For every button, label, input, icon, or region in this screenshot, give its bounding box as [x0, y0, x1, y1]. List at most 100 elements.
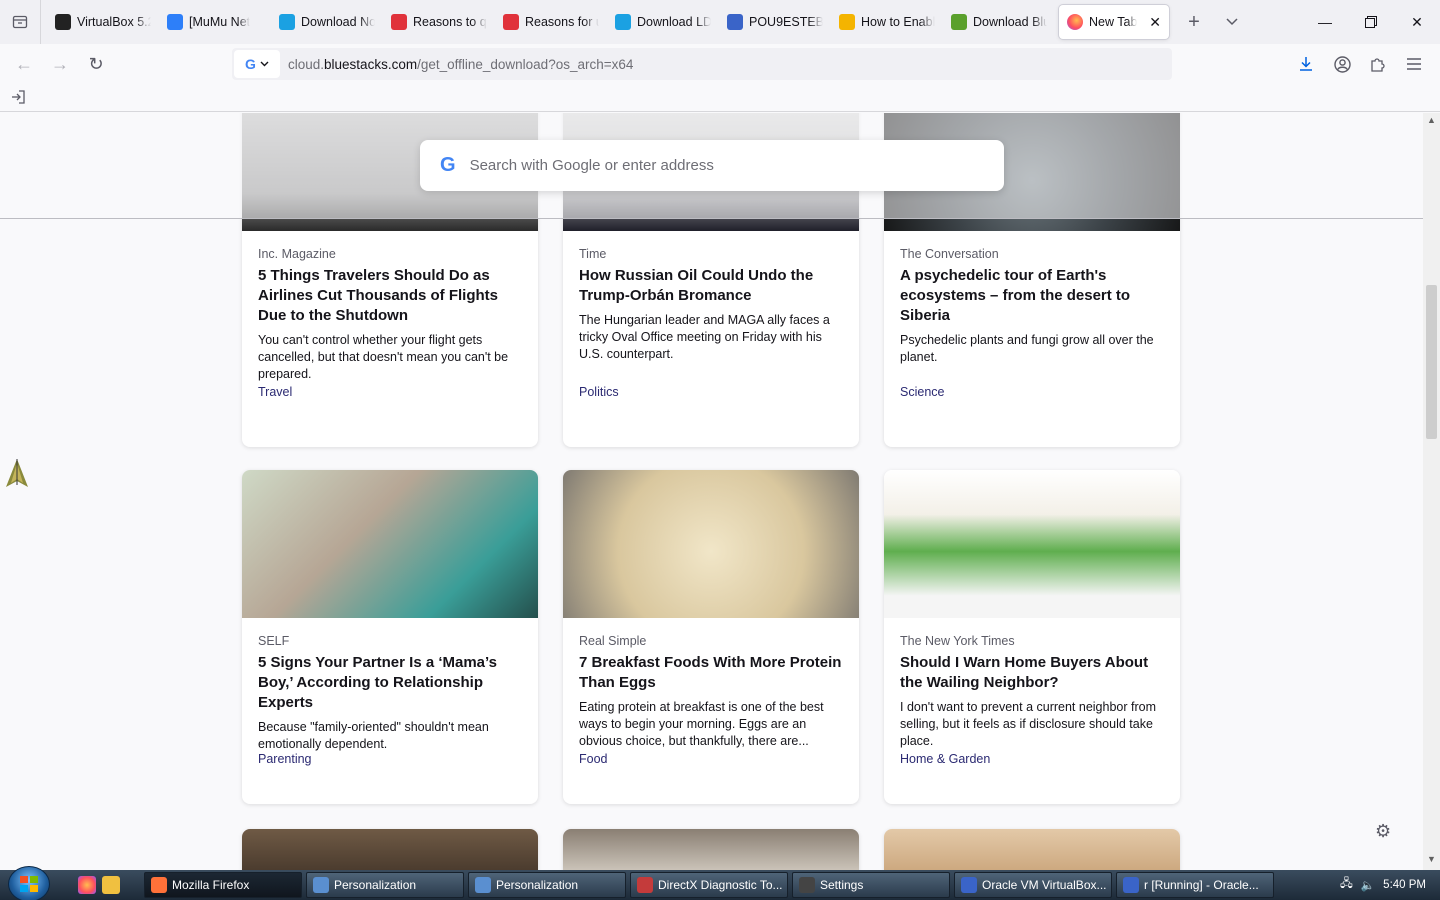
- tab-title: New Tab: [1089, 15, 1138, 29]
- search-placeholder: Search with Google or enter address: [469, 157, 714, 174]
- taskbar-button-label: Personalization: [334, 878, 417, 892]
- close-tab-icon[interactable]: ✕: [1149, 14, 1161, 31]
- list-all-tabs-button[interactable]: [1215, 5, 1249, 39]
- reload-button[interactable]: ↻: [78, 48, 114, 80]
- puzzle-icon: [1371, 58, 1385, 72]
- tab-item[interactable]: Download Blue: [943, 5, 1055, 39]
- forward-button[interactable]: →: [42, 48, 78, 80]
- account-icon: [1333, 55, 1351, 73]
- tab-item[interactable]: How to Enable: [831, 5, 943, 39]
- chevron-down-icon: [1226, 18, 1238, 26]
- import-bookmarks-button[interactable]: [10, 90, 26, 107]
- folder-icon[interactable]: [102, 876, 120, 894]
- story-category[interactable]: Home & Garden: [900, 752, 990, 766]
- taskbar-button[interactable]: Settings: [792, 872, 950, 898]
- page-scrollbar[interactable]: ▲ ▼: [1423, 113, 1440, 870]
- taskbar-button[interactable]: r [Running] - Oracle...: [1116, 872, 1274, 898]
- story-description: You can't control whether your flight ge…: [258, 333, 509, 381]
- story-source: Time: [579, 247, 607, 261]
- toolbar-right: [1288, 48, 1432, 80]
- bluestacks-icon: [951, 14, 967, 30]
- tab-title: VirtualBox 5.2: [77, 15, 151, 29]
- virtualbox-icon: [961, 877, 977, 893]
- story-headline[interactable]: 5 Signs Your Partner Is a ‘Mama’s Boy,’ …: [258, 653, 522, 713]
- tab-title: Download Nox: [301, 15, 375, 29]
- taskbar-button[interactable]: Mozilla Firefox: [144, 872, 302, 898]
- taskbar-button[interactable]: Personalization: [468, 872, 626, 898]
- story-body: Time How Russian Oil Could Undo the Trump…: [563, 231, 859, 447]
- tab-item[interactable]: Download LD: [607, 5, 719, 39]
- minimize-button[interactable]: —: [1302, 0, 1348, 44]
- restore-button[interactable]: [1348, 0, 1394, 44]
- story-card-partial[interactable]: [563, 829, 859, 870]
- taskbar-button[interactable]: DirectX Diagnostic To...: [630, 872, 788, 898]
- taskbar-button-label: Oracle VM VirtualBox...: [982, 878, 1107, 892]
- story-source: SELF: [258, 634, 290, 648]
- story-description: Psychedelic plants and fungi grow all ov…: [900, 333, 1154, 364]
- story-headline[interactable]: 5 Things Travelers Should Do as Airlines…: [258, 266, 522, 326]
- story-card[interactable]: SELF 5 Signs Your Partner Is a ‘Mama’s Bo…: [242, 470, 538, 804]
- url-text[interactable]: cloud.bluestacks.com/get_offline_downloa…: [288, 57, 633, 72]
- taskbar-button-label: DirectX Diagnostic To...: [658, 878, 783, 892]
- story-headline[interactable]: 7 Breakfast Foods With More Protein Than…: [579, 653, 843, 693]
- tab-title: Reasons to quit: [413, 15, 487, 29]
- story-category[interactable]: Travel: [258, 385, 292, 399]
- story-card[interactable]: Real Simple 7 Breakfast Foods With More P…: [563, 470, 859, 804]
- search-engine-button[interactable]: G: [234, 50, 280, 78]
- taskbar-button[interactable]: Oracle VM VirtualBox...: [954, 872, 1112, 898]
- downloads-button[interactable]: [1288, 48, 1324, 80]
- extensions-button[interactable]: [1360, 48, 1396, 80]
- checkmark-shield-icon: [503, 14, 519, 30]
- clock[interactable]: 5:40 PM: [1383, 879, 1426, 891]
- tab-item[interactable]: [MuMu Net: [159, 5, 271, 39]
- google-icon: G: [440, 154, 456, 176]
- menu-button[interactable]: [1396, 48, 1432, 80]
- tab-title: Reasons for u: [525, 15, 599, 29]
- account-button[interactable]: [1324, 48, 1360, 80]
- network-icon[interactable]: 🖧: [1340, 876, 1353, 895]
- scroll-down-arrow[interactable]: ▼: [1423, 854, 1440, 868]
- firefox-view-icon: [12, 15, 28, 29]
- personalization-icon: [475, 877, 491, 893]
- taskbar-button-label: r [Running] - Oracle...: [1144, 878, 1259, 892]
- tab-title: Download Blue: [973, 15, 1047, 29]
- taskbar-button[interactable]: Personalization: [306, 872, 464, 898]
- back-button[interactable]: ←: [6, 48, 42, 80]
- tab-item[interactable]: VirtualBox 5.2: [47, 5, 159, 39]
- story-description: Eating protein at breakfast is one of th…: [579, 700, 824, 748]
- tab-item[interactable]: Download Nox: [271, 5, 383, 39]
- tab-new-tab[interactable]: New Tab ✕: [1059, 5, 1169, 39]
- story-category[interactable]: Politics: [579, 385, 619, 399]
- story-headline[interactable]: Should I Warn Home Buyers About the Wail…: [900, 653, 1164, 693]
- system-tray: 🖧 🔈 5:40 PM: [1310, 870, 1440, 900]
- story-image: [563, 470, 859, 618]
- scroll-thumb[interactable]: [1426, 285, 1437, 439]
- story-image: [884, 470, 1180, 618]
- address-bar[interactable]: G cloud.bluestacks.com/get_offline_downl…: [232, 48, 1172, 80]
- scroll-up-arrow[interactable]: ▲: [1423, 115, 1440, 129]
- story-card-partial[interactable]: [884, 829, 1180, 870]
- story-category[interactable]: Parenting: [258, 752, 312, 766]
- story-headline[interactable]: How Russian Oil Could Undo the Trump-Orb…: [579, 266, 843, 306]
- tab-item[interactable]: Reasons to quit: [383, 5, 495, 39]
- close-window-button[interactable]: ✕: [1394, 0, 1440, 44]
- story-category[interactable]: Food: [579, 752, 608, 766]
- virtualbox-icon: [1123, 877, 1139, 893]
- firefox-view-button[interactable]: [0, 0, 40, 44]
- tab-item[interactable]: POU9ESTEBAN: [719, 5, 831, 39]
- start-button[interactable]: [8, 866, 50, 900]
- volume-icon[interactable]: 🔈: [1361, 878, 1375, 892]
- story-headline[interactable]: A psychedelic tour of Earth's ecosystems…: [900, 266, 1164, 326]
- tab-item[interactable]: Reasons for u: [495, 5, 607, 39]
- story-card-partial[interactable]: [242, 829, 538, 870]
- story-body: The New York Times Should I Warn Home Buy…: [884, 618, 1180, 804]
- new-tab-button[interactable]: +: [1177, 5, 1211, 39]
- hamburger-menu-icon: [1407, 58, 1421, 70]
- story-source: The New York Times: [900, 634, 1015, 648]
- search-input[interactable]: G Search with Google or enter address: [420, 140, 1004, 191]
- story-category[interactable]: Science: [900, 385, 944, 399]
- firefox-icon[interactable]: [78, 876, 96, 894]
- story-card[interactable]: The New York Times Should I Warn Home Buy…: [884, 470, 1180, 804]
- customize-gear-icon[interactable]: ⚙: [1375, 821, 1391, 842]
- question-icon: [839, 14, 855, 30]
